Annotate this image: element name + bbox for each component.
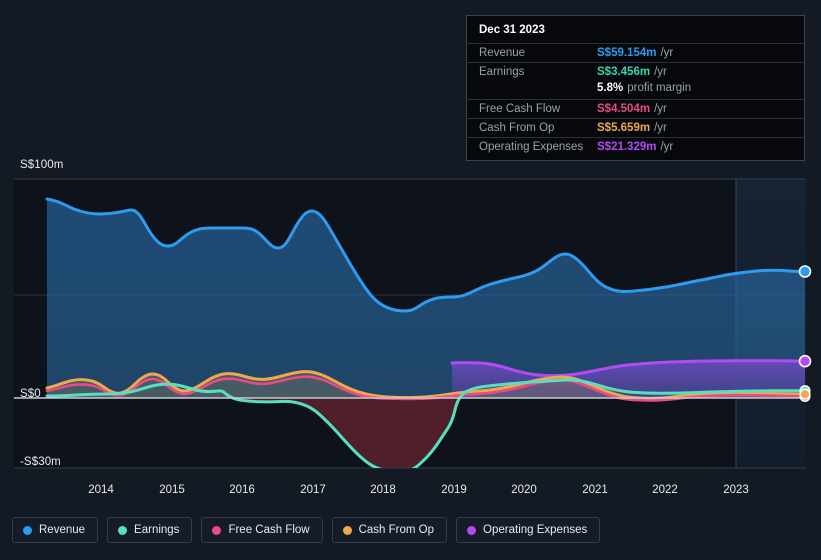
- endpoint-operating-expenses: [798, 354, 812, 368]
- endpoint-revenue: [798, 265, 812, 278]
- tooltip-row-profit-margin: 5.8% profit margin: [467, 81, 804, 99]
- legend-dot-revenue-icon: [23, 525, 32, 535]
- tooltip-row-earnings: Earnings S$3.456m /yr: [467, 62, 804, 81]
- tooltip-label-operating-expenses: Operating Expenses: [479, 141, 584, 153]
- x-axis-label-2014: 2014: [88, 484, 114, 496]
- endpoint-cash-from-op: [799, 388, 811, 400]
- legend-item-revenue[interactable]: Revenue: [12, 517, 99, 543]
- y-axis-label-zero: S$0: [20, 388, 41, 400]
- legend-item-operating-expenses[interactable]: Operating Expenses: [456, 517, 601, 543]
- legend-dot-cash-from-op-icon: [342, 525, 352, 535]
- legend-label-operating-expenses: Operating Expenses: [483, 524, 588, 536]
- y-axis-label-bottom: -S$30m: [20, 456, 61, 468]
- tooltip-unit-cash-from-op: /yr: [654, 122, 667, 134]
- tooltip-unit-earnings: /yr: [654, 66, 667, 78]
- x-axis-label-2022: 2022: [652, 484, 678, 496]
- chart-tooltip: Dec 31 2023 Revenue S$59.154m /yr Earnin…: [466, 15, 805, 161]
- tooltip-value-cash-from-op: S$5.659m: [597, 122, 651, 134]
- legend-item-earnings[interactable]: Earnings: [107, 517, 193, 543]
- legend-dot-earnings-icon: [118, 525, 128, 535]
- x-axis-label-2019: 2019: [441, 484, 467, 496]
- legend-dot-free-cash-flow-icon: [212, 525, 222, 535]
- x-axis-label-2021: 2021: [582, 484, 608, 496]
- tooltip-unit-revenue: /yr: [660, 47, 674, 59]
- tooltip-value-earnings: S$3.456m: [597, 66, 651, 78]
- x-axis-label-2016: 2016: [229, 484, 255, 496]
- tooltip-row-cash-from-op: Cash From Op S$5.659m /yr: [467, 118, 804, 137]
- tooltip-row-revenue: Revenue S$59.154m /yr: [467, 43, 804, 62]
- tooltip-value-free-cash-flow: S$4.504m: [597, 103, 651, 115]
- tooltip-date: Dec 31 2023: [479, 24, 545, 36]
- tooltip-label-revenue: Revenue: [479, 47, 526, 59]
- tooltip-row-operating-expenses: Operating Expenses S$21.329m /yr: [467, 137, 804, 156]
- legend-label-free-cash-flow: Free Cash Flow: [228, 524, 310, 536]
- x-axis-label-2020: 2020: [511, 484, 537, 496]
- tooltip-unit-free-cash-flow: /yr: [654, 103, 667, 115]
- tooltip-value-revenue: S$59.154m: [597, 47, 657, 59]
- legend-label-earnings: Earnings: [134, 524, 180, 536]
- tooltip-value-profit-margin: 5.8%: [597, 82, 624, 94]
- tooltip-value-operating-expenses: S$21.329m: [597, 141, 657, 153]
- tooltip-label-earnings: Earnings: [479, 66, 525, 78]
- tooltip-label-cash-from-op: Cash From Op: [479, 122, 555, 134]
- legend-dot-operating-expenses-icon: [467, 525, 477, 535]
- x-axis-label-2015: 2015: [159, 484, 185, 496]
- chart-legend: Revenue Earnings Free Cash Flow Cash Fro…: [12, 517, 601, 543]
- tooltip-row-free-cash-flow: Free Cash Flow S$4.504m /yr: [467, 99, 804, 118]
- legend-label-revenue: Revenue: [39, 524, 86, 536]
- tooltip-unit-operating-expenses: /yr: [660, 141, 674, 153]
- x-axis-label-2017: 2017: [300, 484, 326, 496]
- legend-item-free-cash-flow[interactable]: Free Cash Flow: [201, 517, 323, 543]
- tooltip-label-free-cash-flow: Free Cash Flow: [479, 103, 561, 115]
- tooltip-text-profit-margin: profit margin: [627, 82, 692, 94]
- x-axis-label-2018: 2018: [370, 484, 396, 496]
- chart-screenshot: S$100m S$0 -S$30m 2014 2015 2016 2017 20…: [0, 0, 821, 560]
- legend-item-cash-from-op[interactable]: Cash From Op: [331, 517, 448, 543]
- legend-label-cash-from-op: Cash From Op: [358, 524, 435, 536]
- y-axis-label-top: S$100m: [20, 159, 64, 171]
- x-axis-label-2023: 2023: [723, 484, 749, 496]
